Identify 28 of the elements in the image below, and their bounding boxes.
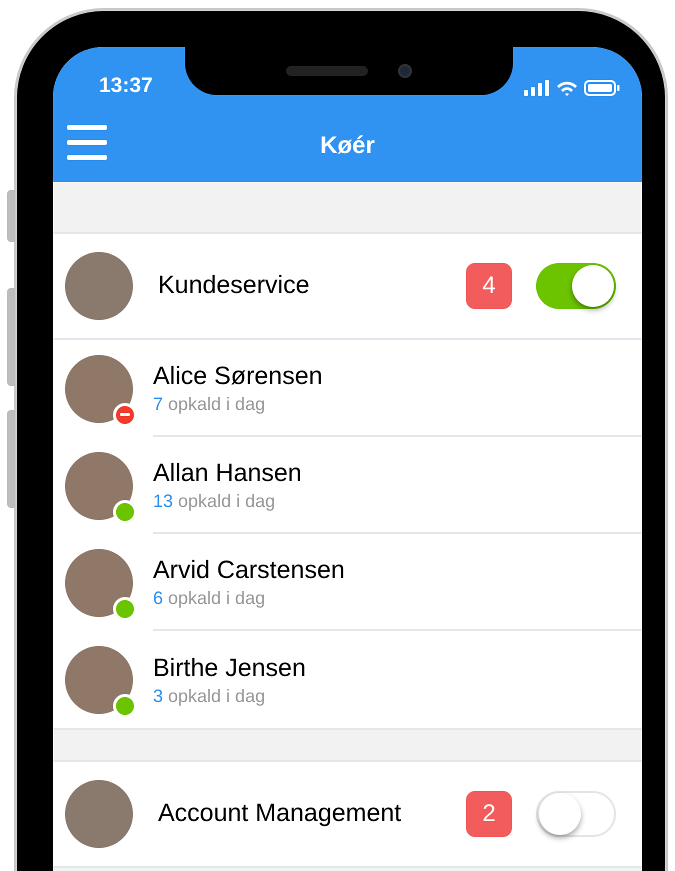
call-count: 13 xyxy=(153,490,174,512)
agent-name: Allan Hansen xyxy=(153,458,303,488)
wifi-icon xyxy=(556,80,578,96)
call-label: opkald i dag xyxy=(168,684,266,708)
screen-title: Køér xyxy=(320,131,375,161)
agent-name: Arvid Carstensen xyxy=(153,554,346,586)
menu-icon[interactable] xyxy=(67,125,107,160)
call-label: opkald i dag xyxy=(178,490,276,512)
agent-name: Birthe Jensen xyxy=(153,652,307,684)
signal-icon xyxy=(524,80,550,96)
side-button[interactable] xyxy=(7,288,15,386)
agent-name: Alice Sørensen xyxy=(153,360,324,392)
toggle-switch[interactable] xyxy=(536,791,616,837)
side-button[interactable] xyxy=(7,410,15,508)
status-time: 13:37 xyxy=(99,75,153,96)
camera-lens xyxy=(398,64,412,78)
queue-name: Account Management xyxy=(158,798,402,830)
battery-icon xyxy=(584,80,620,96)
side-button[interactable] xyxy=(7,190,15,242)
count-badge: 4 xyxy=(466,263,512,309)
call-count: 7 xyxy=(153,392,164,416)
call-count: 6 xyxy=(153,586,164,610)
call-count: 3 xyxy=(153,684,164,708)
toggle-switch[interactable] xyxy=(536,263,616,309)
call-label: opkald i dag xyxy=(168,586,266,610)
count-badge: 2 xyxy=(466,791,512,837)
queue-name: Kundeservice xyxy=(158,270,310,302)
call-label: opkald i dag xyxy=(168,392,266,416)
